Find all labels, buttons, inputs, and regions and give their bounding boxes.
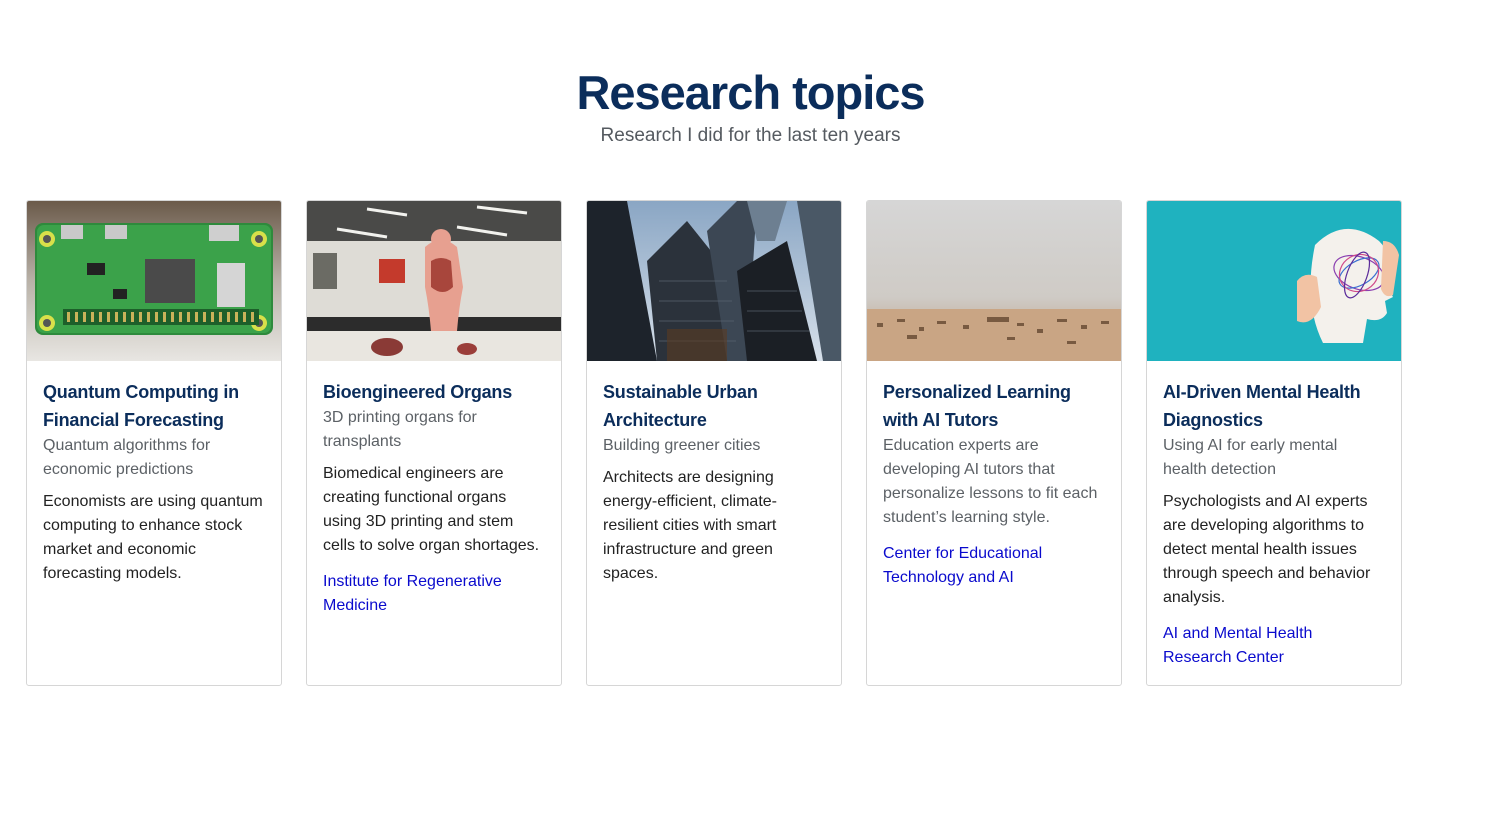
card-body: Quantum Computing in Financial Forecasti… bbox=[27, 361, 281, 602]
card-text: Psychologists and AI experts are develop… bbox=[1163, 493, 1371, 606]
page-title: Research topics bbox=[576, 66, 925, 119]
research-card-architecture: Sustainable Urban Architecture Building … bbox=[586, 200, 842, 686]
research-card-organs: Bioengineered Organs 3D printing organs … bbox=[306, 200, 562, 686]
scattered-letters-image bbox=[867, 201, 1121, 361]
card-link-regenerative-medicine[interactable]: Institute for Regenerative Medicine bbox=[323, 570, 545, 618]
research-card-mental-health: AI-Driven Mental Health Diagnostics Usin… bbox=[1146, 200, 1402, 686]
card-title: Bioengineered Organs bbox=[323, 382, 513, 402]
page-subtitle: Research I did for the last ten years bbox=[600, 125, 901, 146]
card-title: AI-Driven Mental Health Diagnostics bbox=[1163, 382, 1361, 430]
card-text: Biomedical engineers are creating functi… bbox=[323, 465, 540, 554]
card-subtitle: Education experts are developing AI tuto… bbox=[883, 437, 1098, 526]
card-body: Sustainable Urban Architecture Building … bbox=[587, 361, 841, 602]
card-title: Quantum Computing in Financial Forecasti… bbox=[43, 382, 239, 430]
card-subtitle: Using AI for early mental health detecti… bbox=[1163, 437, 1338, 478]
card-title: Sustainable Urban Architecture bbox=[603, 382, 758, 430]
card-body: AI-Driven Mental Health Diagnostics Usin… bbox=[1147, 361, 1401, 685]
circuit-board-image bbox=[27, 201, 281, 361]
card-text: Architects are designing energy-efficien… bbox=[603, 469, 777, 582]
research-card-ai-tutors: Personalized Learning with AI Tutors Edu… bbox=[866, 200, 1122, 686]
card-text: Economists are using quantum computing t… bbox=[43, 493, 263, 582]
anatomy-model-image bbox=[307, 201, 561, 361]
card-body: Bioengineered Organs 3D printing organs … bbox=[307, 361, 561, 634]
card-body: Personalized Learning with AI Tutors Edu… bbox=[867, 361, 1121, 606]
card-link-mental-health-center[interactable]: AI and Mental Health Research Center bbox=[1163, 622, 1385, 670]
card-title: Personalized Learning with AI Tutors bbox=[883, 382, 1071, 430]
card-subtitle: Quantum algorithms for economic predicti… bbox=[43, 437, 211, 478]
head-silhouette-image bbox=[1147, 201, 1401, 361]
page-header: Research topics Research I did for the l… bbox=[0, 64, 1501, 148]
card-subtitle: Building greener cities bbox=[603, 437, 761, 454]
research-card-quantum: Quantum Computing in Financial Forecasti… bbox=[26, 200, 282, 686]
skyscrapers-image bbox=[587, 201, 841, 361]
research-cards: Quantum Computing in Financial Forecasti… bbox=[26, 200, 1402, 686]
card-link-educational-technology[interactable]: Center for Educational Technology and AI bbox=[883, 542, 1105, 590]
card-subtitle: 3D printing organs for transplants bbox=[323, 409, 477, 450]
